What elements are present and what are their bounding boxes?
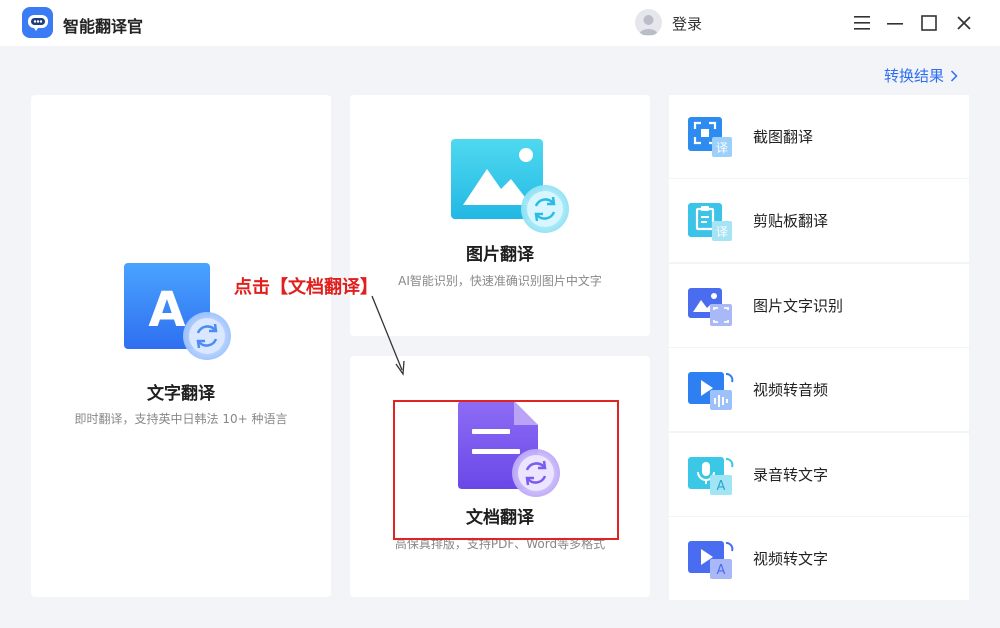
tool-label: 图片文字识别 <box>753 297 844 315</box>
app-logo-icon <box>22 7 53 38</box>
annotation-text: 点击【文档翻译】 <box>234 277 378 298</box>
tool-label: 录音转文字 <box>753 466 829 484</box>
svg-text:译: 译 <box>716 141 728 155</box>
tool-video-to-audio[interactable]: 视频转音频 <box>669 348 969 431</box>
image-translate-icon <box>451 139 571 239</box>
svg-text:译: 译 <box>716 225 728 239</box>
title-bar: 智能翻译官 登录 <box>0 0 1000 46</box>
minimize-icon[interactable] <box>885 13 905 33</box>
tool-list: 译 截图翻译 译 剪贴板翻译 图片文字识别 视频转音频 A 录音转文字 A 视频… <box>669 95 969 600</box>
text-translate-card[interactable]: A 文字翻译 即时翻译，支持英中日韩法 10+ 种语言 <box>31 95 331 597</box>
tool-label: 视频转文字 <box>753 550 829 568</box>
annotation-highlight-box <box>393 400 619 540</box>
app-title: 智能翻译官 <box>63 17 144 36</box>
user-avatar-icon[interactable] <box>635 9 662 36</box>
tool-label: 截图翻译 <box>753 128 814 146</box>
chevron-right-icon <box>950 69 958 82</box>
text-translate-desc: 即时翻译，支持英中日韩法 10+ 种语言 <box>74 412 288 426</box>
tool-video-to-text[interactable]: A 视频转文字 <box>669 517 969 600</box>
video-to-audio-icon <box>688 368 736 412</box>
conversion-results-label: 转换结果 <box>884 67 945 85</box>
svg-text:A: A <box>717 479 726 494</box>
tool-image-ocr[interactable]: 图片文字识别 <box>669 264 969 347</box>
tool-audio-to-text[interactable]: A 录音转文字 <box>669 433 969 516</box>
login-link[interactable]: 登录 <box>672 13 702 34</box>
tool-screenshot-translate[interactable]: 译 截图翻译 <box>669 95 969 178</box>
maximize-icon[interactable] <box>919 13 939 33</box>
image-translate-desc: AI智能识别，快速准确识别图片中文字 <box>398 274 602 288</box>
annotation-arrow-icon <box>371 295 405 376</box>
image-ocr-icon <box>688 284 736 328</box>
clipboard-translate-icon: 译 <box>688 199 736 243</box>
tool-label: 剪贴板翻译 <box>753 212 829 230</box>
text-translate-icon: A <box>124 263 234 367</box>
text-icon-letter: A <box>148 282 185 338</box>
svg-text:A: A <box>717 563 726 578</box>
video-to-text-icon: A <box>688 537 736 581</box>
text-translate-title: 文字翻译 <box>147 384 215 404</box>
close-icon[interactable] <box>954 13 974 33</box>
menu-icon[interactable] <box>852 13 872 33</box>
conversion-results-link[interactable]: 转换结果 <box>884 65 958 86</box>
audio-to-text-icon: A <box>688 453 736 497</box>
image-translate-title: 图片翻译 <box>466 245 534 265</box>
screenshot-translate-icon: 译 <box>688 115 736 159</box>
tool-label: 视频转音频 <box>753 381 829 399</box>
tool-clipboard-translate[interactable]: 译 剪贴板翻译 <box>669 179 969 262</box>
